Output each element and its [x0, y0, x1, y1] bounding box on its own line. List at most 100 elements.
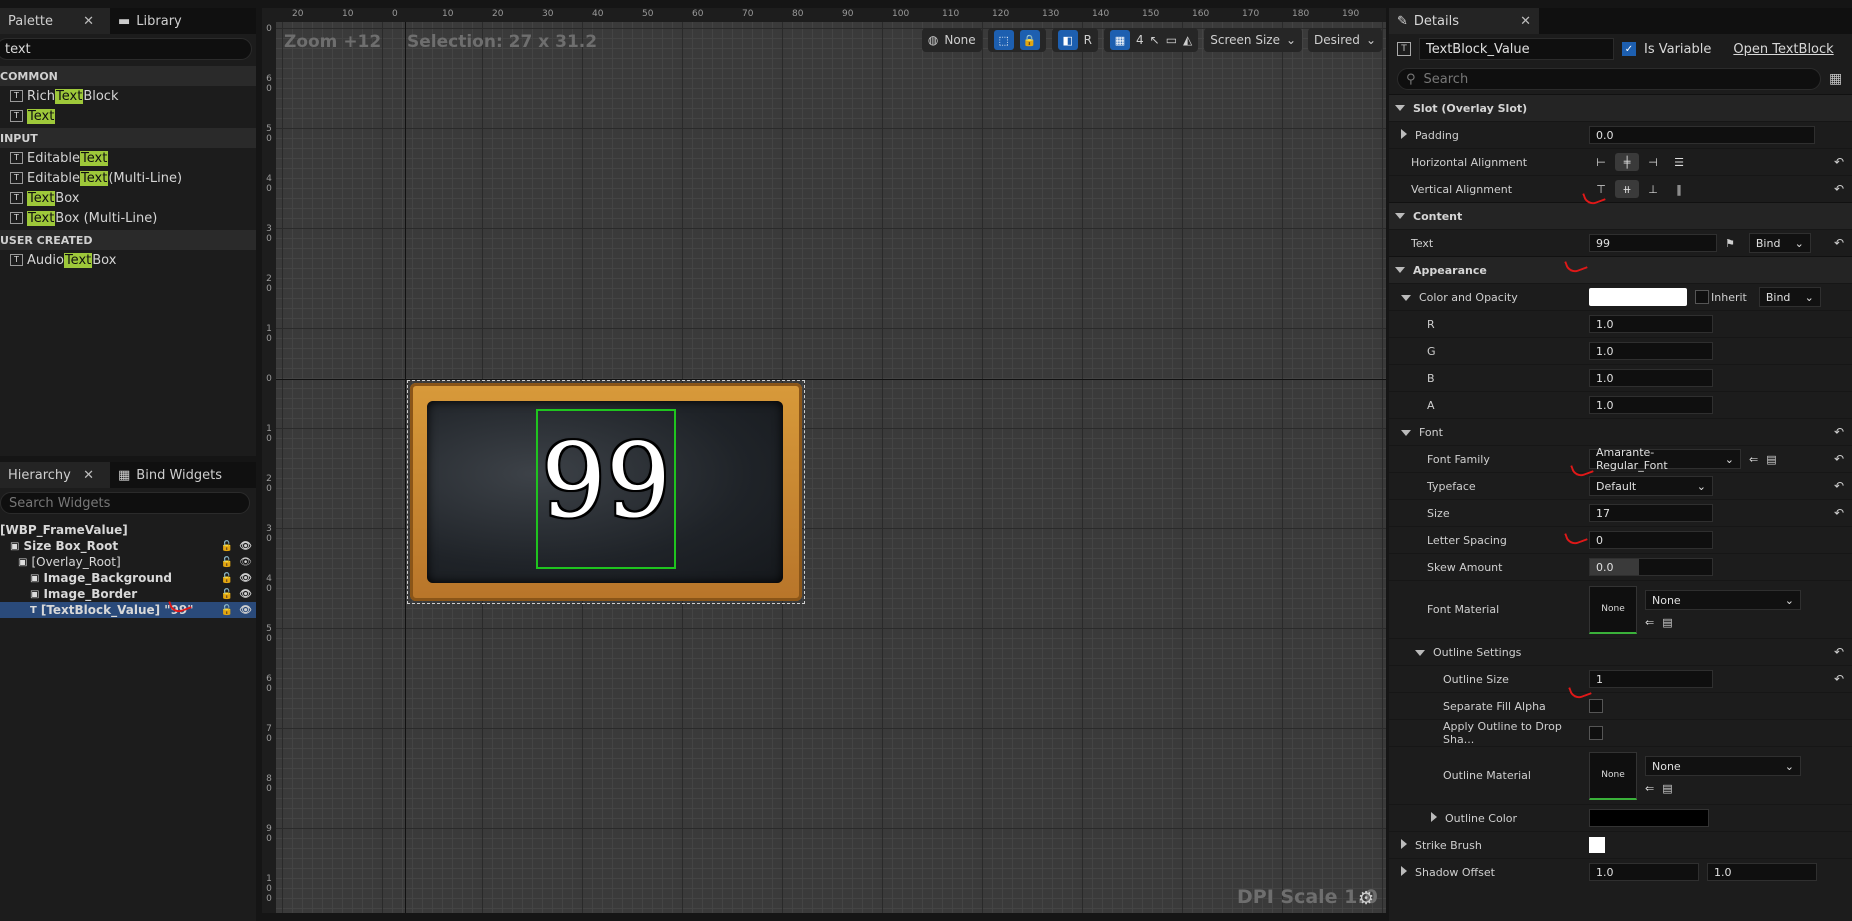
r-button[interactable]: R [1084, 33, 1092, 47]
tab-bind-widgets[interactable]: ▦ Bind Widgets [110, 462, 230, 488]
mirror-icon[interactable]: ◭ [1183, 33, 1192, 47]
palette-category[interactable]: USER CREATED [0, 230, 256, 250]
image-icon[interactable]: ▭ [1166, 33, 1177, 47]
lock-icon[interactable]: 🔒 [1019, 30, 1040, 50]
palette-category[interactable]: INPUT [0, 128, 256, 148]
hierarchy-root[interactable]: [WBP_FrameValue] [0, 522, 256, 538]
eye-icon[interactable]: 👁 [239, 557, 252, 568]
color-label[interactable]: Color and Opacity [1389, 291, 1589, 304]
browse-arrow-icon[interactable]: ⇐ [1749, 453, 1758, 466]
reset-icon[interactable]: ↶ [1834, 425, 1844, 439]
font-label[interactable]: Font [1389, 426, 1589, 439]
eye-icon[interactable]: 👁 [239, 589, 252, 600]
color-bind-dropdown[interactable]: Bind ⌄ [1758, 287, 1821, 307]
hierarchy-item[interactable]: ▣ Size Box_Root 🔓 👁 [0, 538, 256, 554]
size-input[interactable]: 17 [1589, 504, 1713, 522]
font-family-dropdown[interactable]: Amarante-Regular_Font ⌄ [1589, 446, 1741, 472]
valign-bottom-icon[interactable]: ⊥ [1641, 180, 1665, 198]
outline-color-swatch[interactable] [1589, 809, 1709, 827]
details-search-input[interactable]: ⚲ Search [1397, 68, 1821, 90]
palette-search-input[interactable]: text [0, 38, 252, 60]
flag-icon[interactable]: ⚑ [1725, 237, 1735, 250]
widget-name-input[interactable]: TextBlock_Value [1419, 38, 1614, 60]
hierarchy-item[interactable]: ▣ [Overlay_Root] 🔓 👁 [0, 554, 256, 570]
shadow-offset-y-input[interactable]: 1.0 [1707, 863, 1817, 881]
browse-arrow-icon[interactable]: ⇐ [1645, 782, 1654, 795]
reset-icon[interactable]: ↶ [1834, 155, 1844, 169]
g-input[interactable]: 1.0 [1589, 342, 1713, 360]
fill-screen-dropdown[interactable]: Desired ⌄ [1308, 28, 1382, 52]
tab-details[interactable]: ✎ Details ✕ [1389, 8, 1539, 34]
strike-brush-swatch[interactable] [1589, 837, 1605, 853]
eye-icon[interactable]: 👁 [239, 541, 252, 552]
cursor-icon[interactable]: ↖ [1150, 33, 1160, 47]
reset-icon[interactable]: ↶ [1834, 672, 1844, 686]
outline-material-dropdown[interactable]: None ⌄ [1645, 756, 1801, 776]
lock-icon[interactable]: 🔓 [221, 573, 233, 584]
lock-icon[interactable]: 🔓 [221, 557, 233, 568]
browse-folder-icon[interactable]: ▤ [1662, 616, 1672, 629]
letter-spacing-input[interactable]: 0 [1589, 531, 1713, 549]
gear-icon[interactable]: ⚙ [1358, 888, 1374, 909]
reset-icon[interactable]: ↶ [1834, 182, 1844, 196]
palette-item[interactable]: T Text Box (Multi-Line) [0, 208, 256, 228]
apply-outline-checkbox[interactable] [1589, 726, 1603, 740]
outline-settings-label[interactable]: Outline Settings [1389, 646, 1589, 659]
palette-item[interactable]: T Text [0, 106, 256, 126]
padding-label[interactable]: Padding [1389, 128, 1589, 142]
palette-category[interactable]: COMMON [0, 66, 256, 86]
hierarchy-item[interactable]: T [TextBlock_Value] "99" 🔓 👁 [0, 602, 256, 618]
hierarchy-search-input[interactable]: Search Widgets [0, 492, 250, 514]
widget-frame-preview[interactable]: 99 [407, 380, 805, 604]
reset-icon[interactable]: ↶ [1834, 506, 1844, 520]
r-input[interactable]: 1.0 [1589, 315, 1713, 333]
grid-icon[interactable]: ▦ [1110, 30, 1130, 50]
hierarchy-item[interactable]: ▣ Image_Background 🔓 👁 [0, 570, 256, 586]
palette-item[interactable]: T Audio Text Box [0, 250, 256, 270]
open-textblock-link[interactable]: Open TextBlock [1733, 42, 1833, 57]
outline-color-label[interactable]: Outline Color [1389, 811, 1589, 825]
text-bind-dropdown[interactable]: Bind ⌄ [1748, 233, 1811, 253]
outline-size-input[interactable]: 1 [1589, 670, 1713, 688]
shadow-offset-label[interactable]: Shadow Offset [1389, 865, 1589, 879]
reset-icon[interactable]: ↶ [1834, 236, 1844, 250]
tab-library[interactable]: ▬ Library [110, 8, 190, 34]
lock-icon[interactable]: 🔓 [221, 541, 233, 552]
inherit-checkbox[interactable] [1695, 290, 1709, 304]
b-input[interactable]: 1.0 [1589, 369, 1713, 387]
outline-icon[interactable]: ⬚ [993, 30, 1014, 50]
screen-size-dropdown[interactable]: Screen Size ⌄ [1204, 28, 1303, 52]
browse-folder-icon[interactable]: ▤ [1662, 782, 1672, 795]
eye-icon[interactable]: 👁 [239, 605, 252, 616]
tab-hierarchy[interactable]: Hierarchy ✕ [0, 462, 110, 488]
strike-brush-label[interactable]: Strike Brush [1389, 838, 1589, 852]
grid-snap-value[interactable]: 4 [1136, 33, 1144, 47]
align-fill-icon[interactable]: ☰ [1667, 153, 1691, 171]
palette-item[interactable]: T Text Box [0, 188, 256, 208]
reset-icon[interactable]: ↶ [1834, 479, 1844, 493]
align-right-icon[interactable]: ⊣ [1641, 153, 1665, 171]
palette-item[interactable]: T Rich Text Block [0, 86, 256, 106]
valign-center-icon[interactable]: ⧺ [1615, 180, 1639, 198]
section-slot[interactable]: Slot (Overlay Slot) [1389, 94, 1852, 121]
typeface-dropdown[interactable]: Default ⌄ [1589, 476, 1713, 496]
lock-icon[interactable]: 🔓 [221, 605, 233, 616]
tab-palette[interactable]: Palette ✕ [0, 8, 110, 34]
browse-arrow-icon[interactable]: ⇐ [1645, 616, 1654, 629]
flip-icon[interactable]: ◧ [1057, 30, 1078, 50]
text-input[interactable]: 99 [1589, 234, 1717, 252]
palette-item[interactable]: T Editable Text (Multi-Line) [0, 168, 256, 188]
close-icon[interactable]: ✕ [1520, 14, 1539, 29]
palette-item[interactable]: T Editable Text [0, 148, 256, 168]
browse-folder-icon[interactable]: ▤ [1766, 453, 1776, 466]
hierarchy-item[interactable]: ▣ Image_Border 🔓 👁 [0, 586, 256, 602]
a-input[interactable]: 1.0 [1589, 396, 1713, 414]
reset-icon[interactable]: ↶ [1834, 452, 1844, 466]
align-center-icon[interactable]: ╪ [1615, 153, 1639, 171]
reset-icon[interactable]: ↶ [1834, 645, 1844, 659]
padding-input[interactable]: 0.0 [1589, 126, 1815, 144]
font-material-dropdown[interactable]: None ⌄ [1645, 590, 1801, 610]
font-material-thumbnail[interactable]: None [1589, 585, 1637, 634]
valign-fill-icon[interactable]: ‖ [1667, 180, 1691, 198]
table-view-icon[interactable]: ▦ [1829, 71, 1842, 87]
